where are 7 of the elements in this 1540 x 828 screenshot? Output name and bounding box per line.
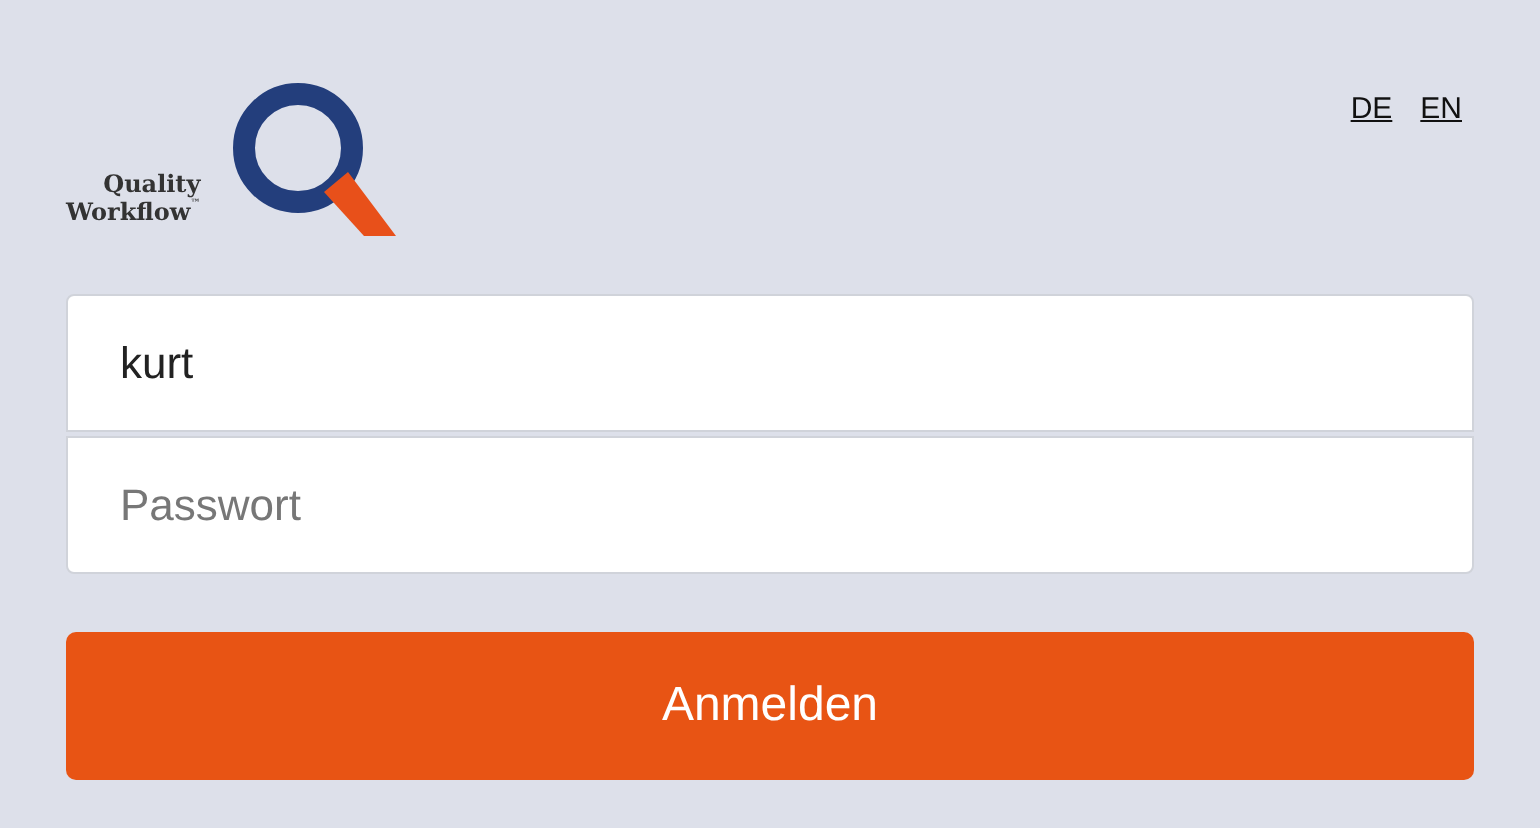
logo-text: Quality [103, 170, 201, 198]
login-button[interactable]: Anmelden [66, 632, 1474, 780]
language-link[interactable]: DE [1350, 88, 1393, 133]
language-link[interactable]: EN [1420, 88, 1462, 133]
logo-text: Workflow [66, 198, 191, 226]
password-field[interactable]: Passwort [66, 436, 1474, 574]
username-field[interactable]: kurt [66, 294, 1474, 432]
